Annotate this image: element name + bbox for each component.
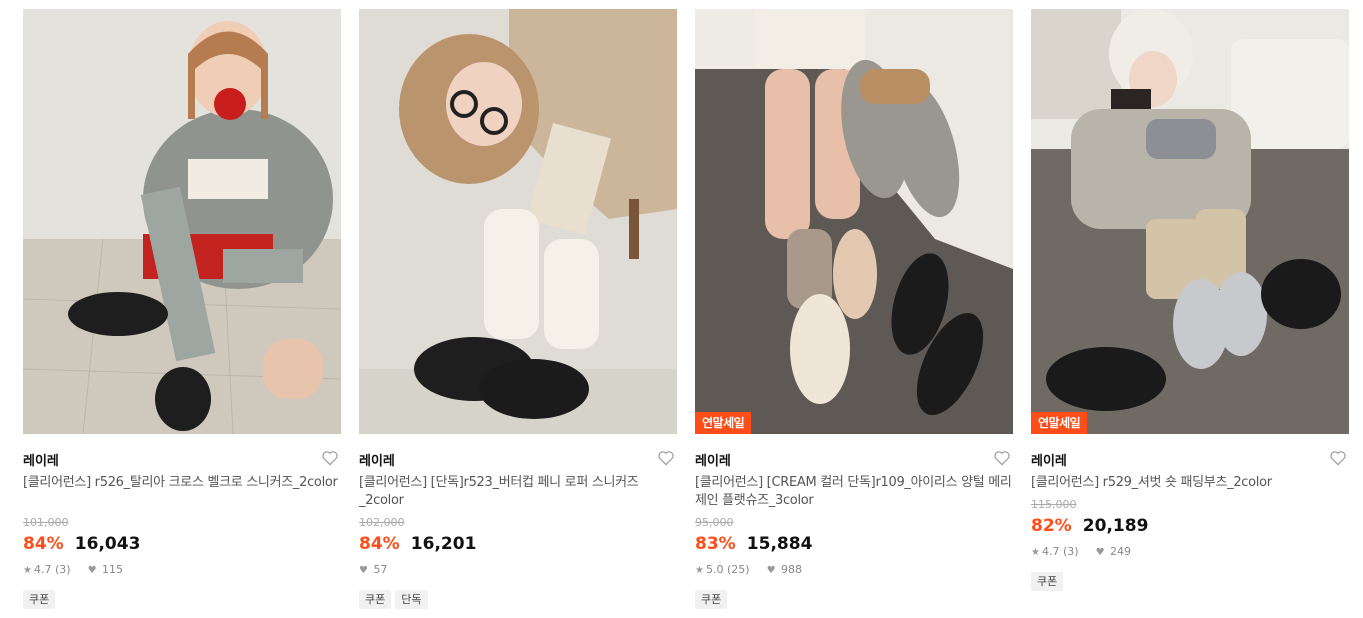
brand-name[interactable]: 레이레 [695,454,731,469]
tag-list: 쿠폰 [1031,570,1349,591]
brand-name[interactable]: 레이레 [23,454,59,469]
sale-badge: 연말세일 [695,412,752,434]
original-price: 102,000 [359,516,405,529]
sale-badge: 연말세일 [1031,412,1088,434]
product-stats: ★ 5.0 (25) ♥ 988 [695,562,1013,578]
rating-value: 4.7 [1041,545,1060,558]
heart-icon[interactable] [321,450,339,466]
heart-filled-icon: ♥ [87,565,97,576]
discount-rate: 84% [23,534,64,554]
original-price: 115,000 [1031,498,1077,511]
heart-filled-icon: ♥ [766,565,776,576]
tag-list: 쿠폰 단독 [359,588,677,609]
product-title[interactable]: [클리어런스] r526_탈리아 크로스 벨크로 스니커즈_2color [23,474,341,510]
product-title[interactable]: [클리어런스] [CREAM 컬러 단독]r109_아이리스 양털 메리제인 플… [695,474,1013,510]
product-title[interactable]: [클리어런스] [단독]r523_버터컵 페니 로퍼 스니커즈_2color [359,474,677,510]
heart-icon[interactable] [1329,450,1347,466]
star-icon: ★ [1031,547,1040,558]
rating-value: 4.7 [33,563,52,576]
coupon-tag: 쿠폰 [23,590,56,609]
review-count: (3) [54,563,71,576]
star-icon: ★ [23,565,32,576]
heart-filled-icon: ♥ [1095,547,1105,558]
sale-price: 16,201 [410,534,477,554]
product-title[interactable]: [클리어런스] r529_셔벗 숏 패딩부츠_2color [1031,474,1349,492]
tag-list: 쿠폰 [23,588,341,609]
original-price: 95,000 [695,516,734,529]
heart-icon[interactable] [657,450,675,466]
exclusive-tag: 단독 [395,590,428,609]
like-count: 115 [102,563,124,576]
product-image[interactable]: 연말세일 [695,9,1013,434]
heart-filled-icon: ♥ [359,565,368,576]
product-card[interactable]: 레이레 [클리어런스] [단독]r523_버터컵 페니 로퍼 스니커즈_2col… [359,9,677,609]
product-card[interactable]: 연말세일 레이레 [클리어런스] [CREAM 컬러 단독]r109_아이리스 … [695,9,1013,609]
product-grid: 레이레 [클리어런스] r526_탈리아 크로스 벨크로 스니커즈_2color… [0,0,1363,618]
brand-name[interactable]: 레이레 [359,454,395,469]
product-stats: ★ 4.7 (3) ♥ 249 [1031,544,1349,560]
product-image[interactable] [359,9,677,434]
review-count: (25) [726,563,750,576]
product-image[interactable] [23,9,341,434]
like-count: 249 [1110,545,1132,558]
brand-name[interactable]: 레이레 [1031,454,1067,469]
sale-price: 20,189 [1082,516,1149,536]
discount-rate: 82% [1031,516,1072,536]
product-stats: ★ 4.7 (3) ♥ 115 [23,562,341,578]
coupon-tag: 쿠폰 [695,590,728,609]
review-count: (3) [1062,545,1079,558]
like-count: 57 [373,563,388,576]
coupon-tag: 쿠폰 [1031,572,1064,591]
product-card[interactable]: 레이레 [클리어런스] r526_탈리아 크로스 벨크로 스니커즈_2color… [23,9,341,609]
rating-value: 5.0 [705,563,724,576]
product-image[interactable]: 연말세일 [1031,9,1349,434]
product-stats: ♥ 57 [359,562,677,578]
sale-price: 15,884 [746,534,813,554]
heart-icon[interactable] [993,450,1011,466]
star-icon: ★ [695,565,704,576]
coupon-tag: 쿠폰 [359,590,392,609]
tag-list: 쿠폰 [695,588,1013,609]
original-price: 101,000 [23,516,69,529]
sale-price: 16,043 [74,534,141,554]
like-count: 988 [781,563,803,576]
discount-rate: 84% [359,534,400,554]
product-card[interactable]: 연말세일 레이레 [클리어런스] r529_셔벗 숏 패딩부츠_2color 1… [1031,9,1349,591]
discount-rate: 83% [695,534,736,554]
